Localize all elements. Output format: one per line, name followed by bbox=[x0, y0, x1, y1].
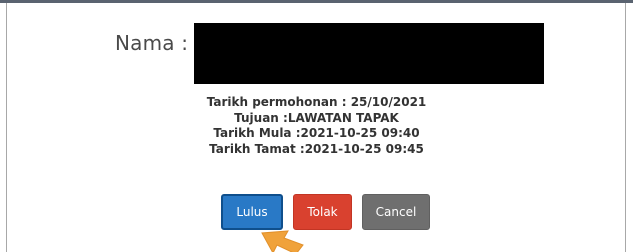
start-datetime: Tarikh Mula :2021-10-25 09:40 bbox=[213, 126, 420, 141]
redacted-name-value bbox=[194, 23, 544, 84]
application-details: Tarikh permohonan : 25/10/2021 Tujuan :L… bbox=[0, 95, 633, 158]
cancel-button[interactable]: Cancel bbox=[362, 194, 430, 230]
purpose: Tujuan :LAWATAN TAPAK bbox=[234, 110, 399, 125]
dialog-screen: Nama : Tarikh permohonan : 25/10/2021 Tu… bbox=[0, 0, 633, 252]
name-label: Nama : bbox=[115, 31, 189, 55]
application-date: Tarikh permohonan : 25/10/2021 bbox=[206, 95, 427, 109]
end-datetime: Tarikh Tamat :2021-10-25 09:45 bbox=[209, 142, 424, 157]
arrow-cursor-icon bbox=[261, 230, 304, 252]
